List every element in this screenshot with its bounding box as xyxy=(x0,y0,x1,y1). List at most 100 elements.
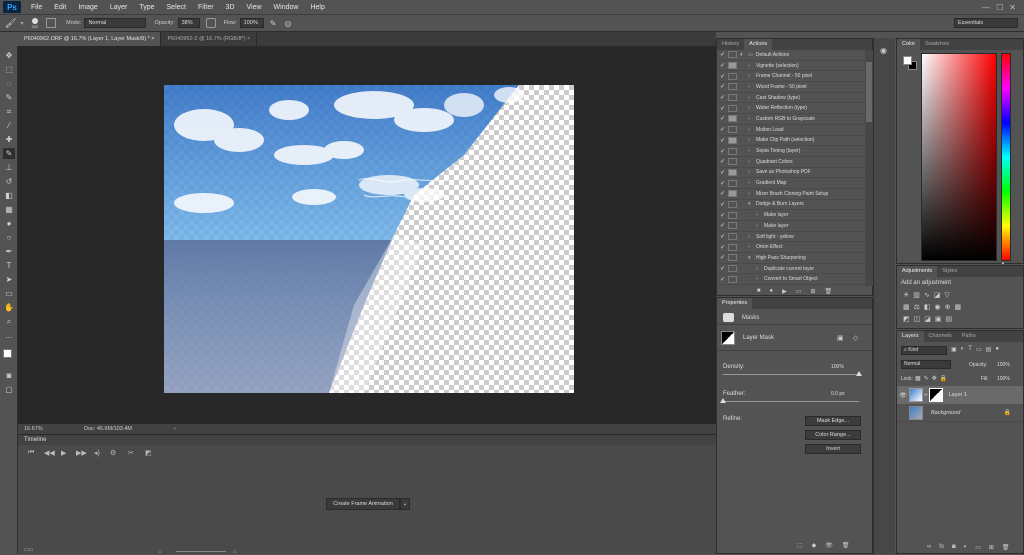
shape-filter-icon[interactable]: ▭ xyxy=(976,346,982,353)
dodge-tool-icon[interactable]: ○ xyxy=(3,232,15,243)
scroll-thumb[interactable] xyxy=(866,62,872,122)
healing-tool-icon[interactable]: ✚ xyxy=(3,134,15,145)
dialog-toggle-icon[interactable] xyxy=(728,265,737,273)
clone-stamp-tool-icon[interactable]: ⊥ xyxy=(3,162,15,173)
timeline-zoom-out-icon[interactable]: ▭▭ xyxy=(24,547,33,553)
color-balance-icon[interactable]: ⚖ xyxy=(914,303,920,311)
action-row[interactable]: ✓ › Make layer xyxy=(717,221,865,232)
dialog-toggle-icon[interactable] xyxy=(728,94,737,102)
dialog-toggle-icon[interactable] xyxy=(728,72,737,80)
action-row[interactable]: ✓ ▾ Dodge & Burn Layers xyxy=(717,200,865,211)
checkmark-icon[interactable]: ✓ xyxy=(717,51,728,58)
black-white-icon[interactable]: ◧ xyxy=(924,303,931,311)
timeline-zoom-slider[interactable] xyxy=(176,551,226,552)
mask-edge-button[interactable]: Mask Edge... xyxy=(805,416,861,426)
disable-mask-icon[interactable]: 👁 xyxy=(825,542,833,549)
dialog-toggle-icon[interactable] xyxy=(728,62,737,70)
density-slider[interactable] xyxy=(723,371,862,376)
tab-channels[interactable]: Channels xyxy=(924,331,957,342)
menu-edit[interactable]: Edit xyxy=(48,4,72,11)
layer-mask-thumbnail[interactable] xyxy=(721,331,735,345)
posterize-icon[interactable]: ◫ xyxy=(914,315,921,323)
expand-arrow-icon[interactable]: › xyxy=(748,137,756,143)
foreground-color-swatch[interactable] xyxy=(903,56,912,65)
close-tab-icon[interactable]: × xyxy=(151,36,154,42)
load-selection-icon[interactable]: ⬚ xyxy=(797,542,803,549)
dialog-toggle-icon[interactable] xyxy=(728,83,737,91)
checkmark-icon[interactable]: ✓ xyxy=(717,126,728,133)
menu-type[interactable]: Type xyxy=(133,4,160,11)
expand-arrow-icon[interactable]: › xyxy=(748,105,756,111)
adjustment-layer-icon[interactable]: ◐ xyxy=(964,544,968,551)
dialog-toggle-icon[interactable] xyxy=(728,126,737,134)
pen-tool-icon[interactable]: ✒ xyxy=(3,246,15,257)
move-tool-icon[interactable]: ✥ xyxy=(3,50,15,61)
first-frame-icon[interactable]: ⏮ xyxy=(28,449,34,457)
density-thumb[interactable] xyxy=(856,371,862,376)
channel-mixer-icon[interactable]: ⊕ xyxy=(945,303,951,311)
color-picker-field[interactable] xyxy=(921,53,997,261)
dialog-toggle-icon[interactable] xyxy=(728,147,737,155)
pressure-size-icon[interactable]: ◎ xyxy=(284,19,291,28)
type-filter-icon[interactable]: T xyxy=(968,346,972,353)
screen-mode-icon[interactable]: ▢ xyxy=(3,384,15,395)
action-row[interactable]: ✓ › Quadrant Colors xyxy=(717,157,865,168)
play-icon[interactable]: ▶ xyxy=(61,449,66,457)
tab-color[interactable]: Color xyxy=(897,39,921,50)
expand-arrow-icon[interactable]: › xyxy=(748,169,756,175)
layer-thumbnail[interactable] xyxy=(909,388,923,402)
photo-filter-icon[interactable]: ◉ xyxy=(935,303,941,311)
pressure-opacity-icon[interactable] xyxy=(205,18,216,28)
invert-icon[interactable]: ◩ xyxy=(903,315,910,323)
record-icon[interactable]: ● xyxy=(770,288,774,294)
collapse-arrow-icon[interactable]: ▾ xyxy=(740,52,748,58)
more-tools-icon[interactable]: … xyxy=(3,330,15,341)
marquee-tool-icon[interactable]: ⬚ xyxy=(3,64,15,75)
zoom-out-icon[interactable]: ⌂ xyxy=(158,549,162,555)
checkmark-icon[interactable]: ✓ xyxy=(717,73,728,80)
add-mask-icon[interactable]: ◙ xyxy=(952,544,956,551)
collapse-arrow-icon[interactable]: ▾ xyxy=(748,255,756,261)
checkmark-icon[interactable]: ✓ xyxy=(717,233,728,240)
vibrance-icon[interactable]: ▽ xyxy=(944,291,949,299)
new-group-icon[interactable]: ▭ xyxy=(975,544,981,551)
link-layers-icon[interactable]: ∞ xyxy=(927,544,931,551)
play-action-icon[interactable]: ▶ xyxy=(782,288,787,295)
next-frame-icon[interactable]: ▶▶ xyxy=(76,449,87,457)
expand-arrow-icon[interactable]: › xyxy=(748,127,756,133)
dialog-toggle-icon[interactable] xyxy=(728,275,737,283)
checkmark-icon[interactable]: ✓ xyxy=(717,115,728,122)
feather-thumb[interactable] xyxy=(720,398,726,403)
pixel-filter-icon[interactable]: ▣ xyxy=(951,346,957,353)
checkmark-icon[interactable]: ✓ xyxy=(717,83,728,90)
chevron-down-icon[interactable]: ▾ xyxy=(20,20,23,27)
stop-icon[interactable]: ■ xyxy=(757,288,761,294)
quick-select-tool-icon[interactable]: ✎ xyxy=(3,92,15,103)
tab-document-2[interactable]: P6040962-2 @ 16.7% (RGB/8*) × xyxy=(161,32,258,46)
lock-transparent-icon[interactable]: ▦ xyxy=(915,375,921,382)
delete-layer-icon[interactable]: 🗑 xyxy=(1002,544,1010,551)
layer-mask-thumbnail[interactable] xyxy=(928,388,943,402)
dialog-toggle-icon[interactable] xyxy=(728,222,737,230)
expand-arrow-icon[interactable]: › xyxy=(748,180,756,186)
history-brush-tool-icon[interactable]: ↺ xyxy=(3,176,15,187)
menu-view[interactable]: View xyxy=(241,4,268,11)
blend-mode-select[interactable]: Normal xyxy=(901,360,951,369)
blur-tool-icon[interactable]: ● xyxy=(3,218,15,229)
menu-filter[interactable]: Filter xyxy=(192,4,220,11)
expand-arrow-icon[interactable]: › xyxy=(748,95,756,101)
airbrush-icon[interactable]: ✎ xyxy=(270,19,277,28)
expand-arrow-icon[interactable]: › xyxy=(748,148,756,154)
eyedropper-tool-icon[interactable]: ⁄ xyxy=(3,120,15,131)
layer-thumbnail[interactable] xyxy=(909,405,923,420)
tab-document-1[interactable]: P6040962.ORF @ 16.7% (Layer 1, Layer Mas… xyxy=(18,32,162,46)
layer-filter-select[interactable]: ⌕ Kind xyxy=(901,346,947,355)
action-row[interactable]: ✓ › Frame Channel - 50 pixel xyxy=(717,71,865,83)
action-row[interactable]: ✓ ▾ High Pass Sharpening xyxy=(717,253,865,264)
action-row[interactable]: ✓ › Mixer Brush Cloning Paint Setup xyxy=(717,189,865,200)
checkmark-icon[interactable]: ✓ xyxy=(717,201,728,208)
prev-frame-icon[interactable]: ◀◀ xyxy=(44,449,55,457)
checkmark-icon[interactable]: ✓ xyxy=(717,169,728,176)
gradient-map-icon[interactable]: ▤ xyxy=(946,315,953,323)
minimize-icon[interactable]: — xyxy=(982,3,990,12)
